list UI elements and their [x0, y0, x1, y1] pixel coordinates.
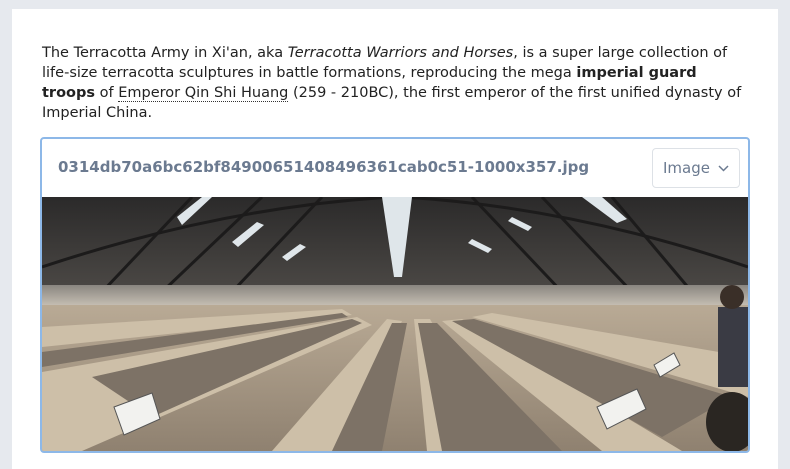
image-block[interactable]: 0314db70a6bc62bf84900651408496361cab0c51…: [40, 137, 750, 453]
chevron-down-icon: [718, 164, 729, 172]
body-paragraph: The Terracotta Army in Xi'an, aka Terrac…: [42, 43, 742, 123]
paragraph-text-3: of: [95, 85, 119, 101]
block-type-label: Image: [663, 159, 710, 177]
block-type-dropdown[interactable]: Image: [652, 148, 740, 188]
page-card: The Terracotta Army in Xi'an, aka Terrac…: [12, 9, 778, 469]
image-filename: 0314db70a6bc62bf84900651408496361cab0c51…: [58, 158, 590, 176]
emperor-link[interactable]: Emperor Qin Shi Huang: [118, 85, 289, 102]
paragraph-text-1: The Terracotta Army in Xi'an, aka: [42, 45, 288, 61]
terracotta-army-photo: [42, 197, 748, 451]
paragraph-italic: Terracotta Warriors and Horses: [287, 45, 514, 61]
